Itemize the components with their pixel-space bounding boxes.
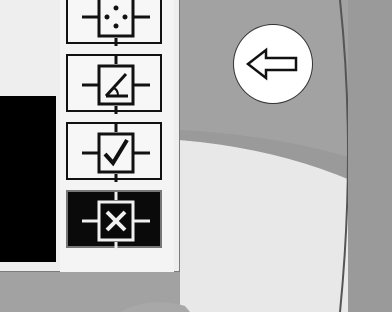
right-frame <box>348 0 392 312</box>
confirm-check-icon <box>82 124 150 182</box>
screen <box>0 0 392 312</box>
angle-tool-icon <box>82 56 150 114</box>
confirm-button[interactable] <box>66 122 162 182</box>
angle-tool-button[interactable] <box>66 54 162 114</box>
cancel-x-icon <box>82 192 150 250</box>
back-button[interactable] <box>233 24 313 104</box>
cancel-button[interactable] <box>66 190 162 250</box>
move-crosshair-icon <box>82 0 150 46</box>
bottom-round-knob <box>120 302 190 312</box>
move-tool-button[interactable] <box>66 0 162 46</box>
tool-strip <box>60 0 174 272</box>
image-preview-area <box>0 96 56 262</box>
left-arrow-icon <box>245 47 298 81</box>
